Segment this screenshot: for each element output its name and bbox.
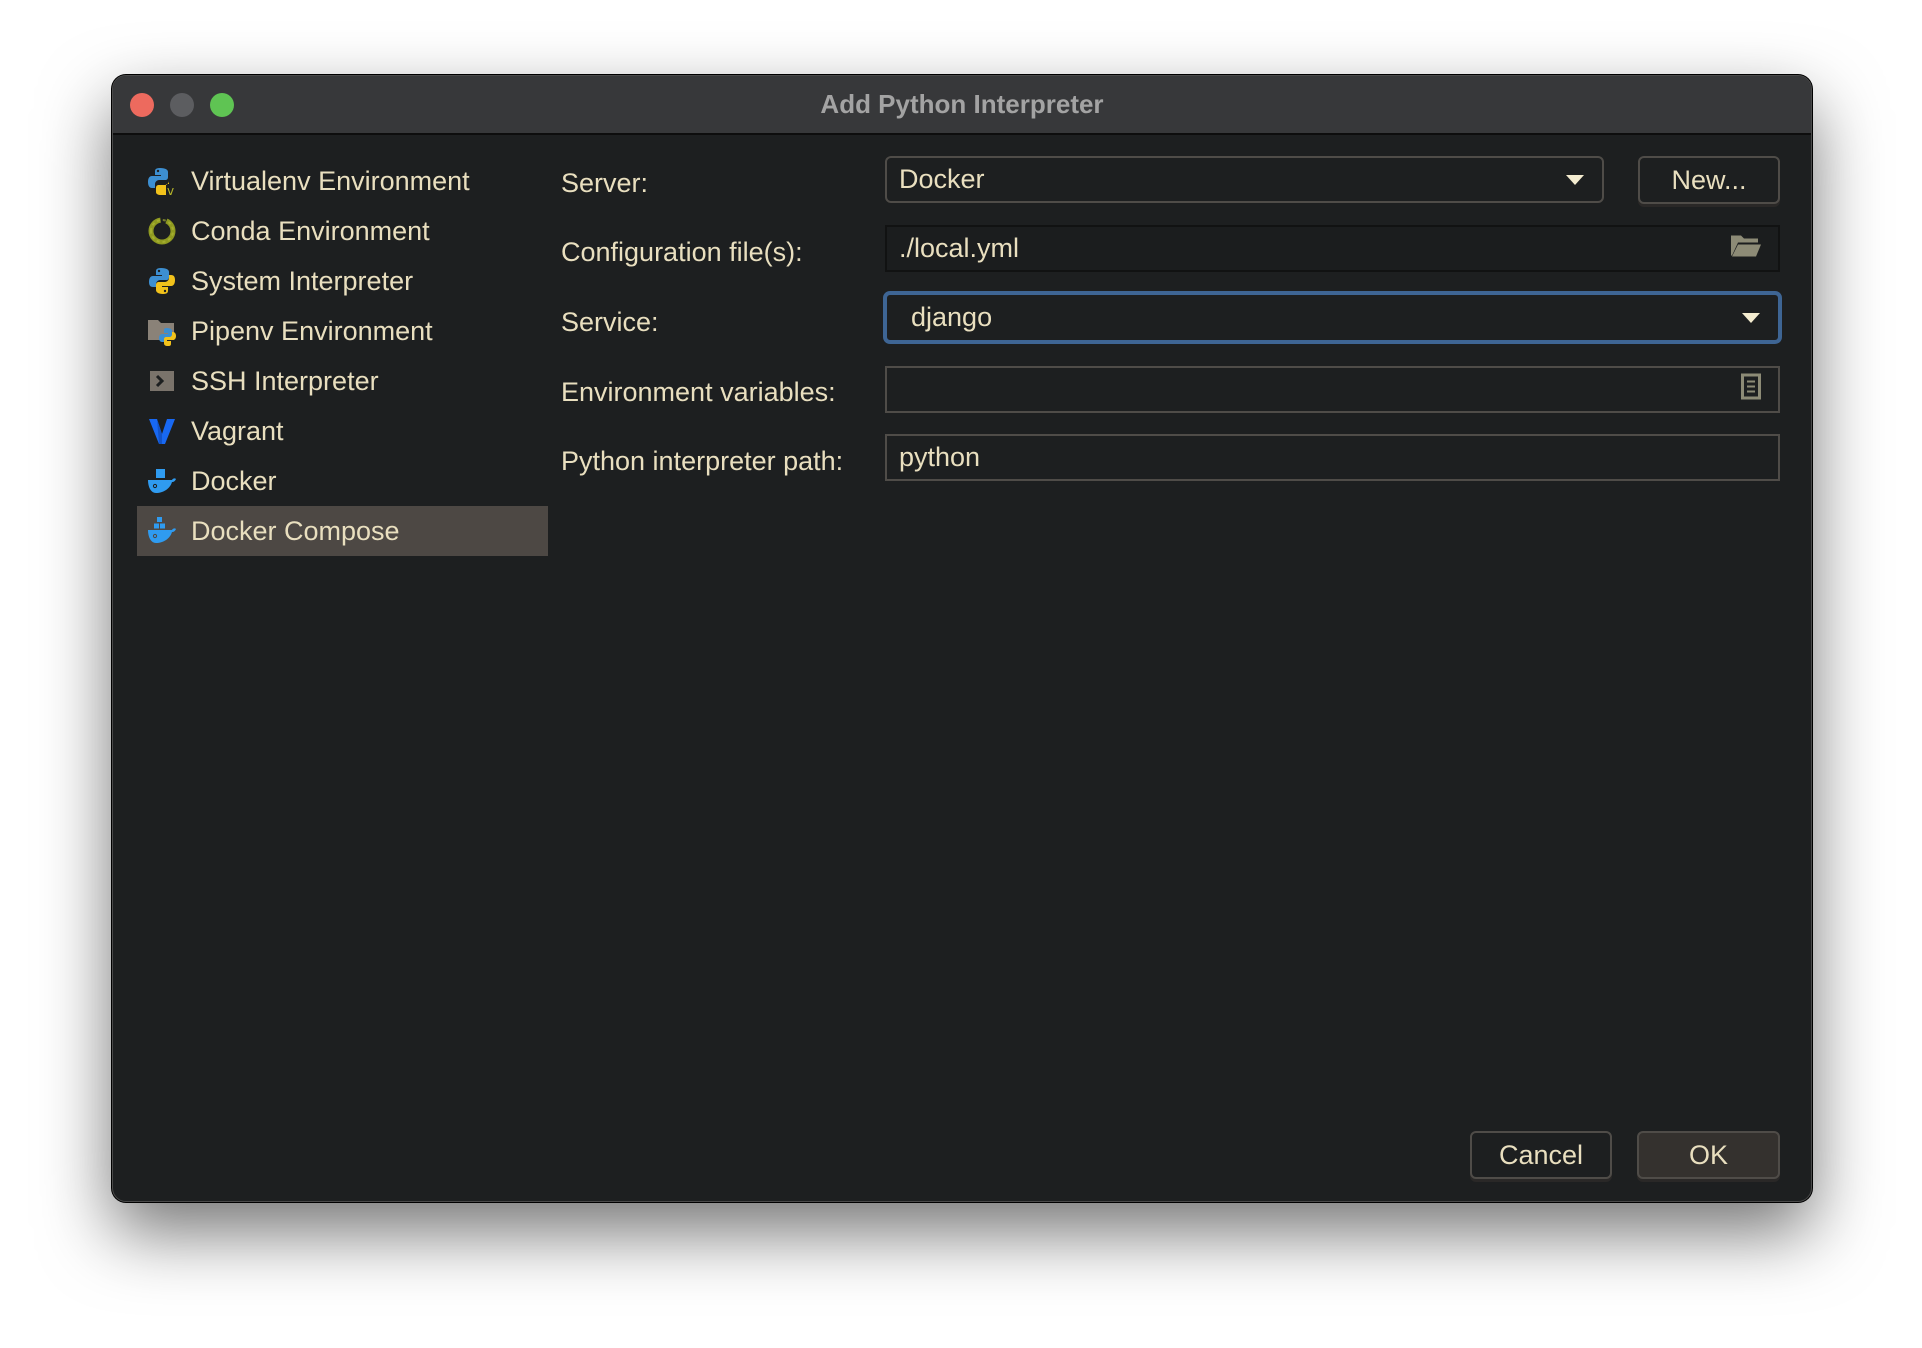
configuration-files-label: Configuration file(s): bbox=[561, 237, 803, 267]
service-dropdown[interactable]: django bbox=[883, 291, 1782, 344]
sidebar-item-label: Docker Compose bbox=[191, 515, 400, 546]
sidebar-item-label: Virtualenv Environment bbox=[191, 165, 470, 196]
sidebar-item-label: SSH Interpreter bbox=[191, 365, 379, 396]
server-label: Server: bbox=[561, 168, 649, 198]
svg-text:v: v bbox=[167, 184, 174, 196]
sidebar-item-system-interpreter[interactable]: System Interpreter bbox=[137, 256, 548, 306]
vagrant-icon bbox=[147, 416, 177, 446]
server-dropdown[interactable]: Docker bbox=[885, 156, 1604, 203]
service-value: django bbox=[911, 302, 993, 332]
document-icon[interactable] bbox=[1740, 372, 1762, 407]
python-icon bbox=[147, 266, 177, 296]
conda-icon bbox=[147, 216, 177, 246]
chevron-down-icon bbox=[1742, 312, 1760, 323]
virtualenv-icon: v bbox=[147, 166, 177, 196]
service-label: Service: bbox=[561, 307, 659, 337]
interpreter-type-list: v Virtualenv Environment Conda Environme… bbox=[137, 156, 548, 556]
sidebar-item-vagrant[interactable]: Vagrant bbox=[137, 406, 548, 456]
sidebar-item-label: Vagrant bbox=[191, 415, 284, 446]
environment-variables-label: Environment variables: bbox=[561, 377, 836, 407]
configuration-files-value: ./local.yml bbox=[899, 233, 1020, 263]
python-interpreter-path-value: python bbox=[899, 442, 981, 472]
chevron-down-icon bbox=[1566, 174, 1584, 185]
server-value: Docker bbox=[899, 164, 985, 194]
configuration-files-field[interactable]: ./local.yml bbox=[885, 225, 1780, 272]
sidebar-item-ssh[interactable]: SSH Interpreter bbox=[137, 356, 548, 406]
pipenv-icon bbox=[147, 316, 177, 346]
ok-button[interactable]: OK bbox=[1637, 1131, 1780, 1179]
ssh-terminal-icon bbox=[147, 366, 177, 396]
new-server-button[interactable]: New... bbox=[1638, 156, 1780, 204]
sidebar-item-label: Pipenv Environment bbox=[191, 315, 433, 346]
python-interpreter-path-label: Python interpreter path: bbox=[561, 446, 844, 476]
environment-variables-field[interactable] bbox=[885, 366, 1780, 413]
add-python-interpreter-dialog: Add Python Interpreter v Virtualenv Envi… bbox=[112, 75, 1812, 1202]
window-title: Add Python Interpreter bbox=[820, 89, 1104, 119]
title-bar: Add Python Interpreter bbox=[113, 76, 1811, 135]
docker-compose-icon bbox=[147, 516, 177, 546]
sidebar-item-virtualenv[interactable]: v Virtualenv Environment bbox=[137, 156, 548, 206]
docker-icon bbox=[147, 466, 177, 496]
sidebar-item-label: System Interpreter bbox=[191, 265, 414, 296]
sidebar-item-docker-compose[interactable]: Docker Compose bbox=[137, 506, 548, 556]
sidebar-item-docker[interactable]: Docker bbox=[137, 456, 548, 506]
cancel-button[interactable]: Cancel bbox=[1470, 1131, 1612, 1179]
sidebar-item-label: Docker bbox=[191, 465, 277, 496]
sidebar-item-label: Conda Environment bbox=[191, 215, 430, 246]
sidebar-item-pipenv[interactable]: Pipenv Environment bbox=[137, 306, 548, 356]
folder-open-icon[interactable] bbox=[1730, 233, 1762, 264]
python-interpreter-path-field[interactable]: python bbox=[885, 434, 1780, 481]
sidebar-item-conda[interactable]: Conda Environment bbox=[137, 206, 548, 256]
